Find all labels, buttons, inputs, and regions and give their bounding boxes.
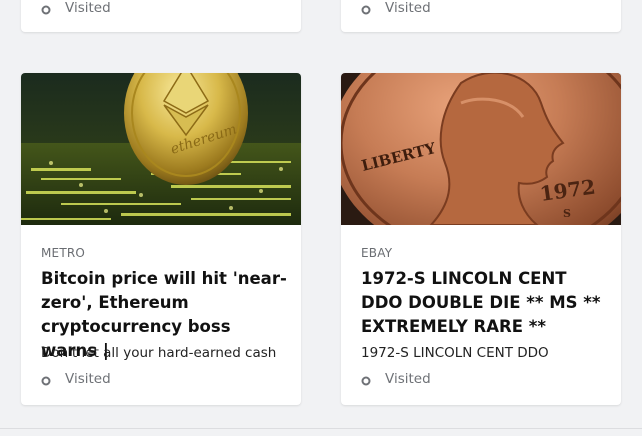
visited-label: Visited bbox=[65, 371, 111, 387]
news-card-bitcoin[interactable]: ethereum METRO Bitcoin price will hit 'n… bbox=[21, 73, 301, 405]
article-source: EBAY bbox=[361, 246, 393, 260]
news-card-lincoln-cent[interactable]: LIBERTY 1972 S EBAY 1972-S LINCOLN CENT … bbox=[341, 73, 621, 405]
visited-indicator: Visited bbox=[361, 371, 431, 387]
lincoln-penny-image: LIBERTY 1972 S bbox=[341, 73, 621, 225]
visited-circle-icon bbox=[361, 374, 371, 386]
article-thumbnail[interactable]: ethereum bbox=[21, 73, 301, 225]
news-card-top-left[interactable]: Visited bbox=[21, 0, 301, 32]
visited-indicator: Visited bbox=[41, 0, 111, 16]
article-description: Don't let all your hard-earned cash bbox=[41, 345, 277, 361]
article-thumbnail[interactable]: LIBERTY 1972 S bbox=[341, 73, 621, 225]
visited-label: Visited bbox=[385, 0, 431, 16]
visited-indicator: Visited bbox=[361, 0, 431, 16]
visited-indicator: Visited bbox=[41, 371, 111, 387]
news-card-top-right[interactable]: Visited bbox=[341, 0, 621, 32]
article-title[interactable]: 1972-S LINCOLN CENT DDO DOUBLE DIE ** MS… bbox=[361, 267, 611, 339]
visited-circle-icon bbox=[41, 374, 51, 386]
article-description: 1972-S LINCOLN CENT DDO bbox=[361, 345, 549, 361]
visited-circle-icon bbox=[41, 3, 51, 15]
ethereum-coin-image: ethereum bbox=[21, 73, 301, 225]
svg-text:S: S bbox=[563, 207, 571, 220]
feed-divider bbox=[0, 428, 642, 429]
article-source: METRO bbox=[41, 246, 86, 260]
visited-circle-icon bbox=[361, 3, 371, 15]
visited-label: Visited bbox=[65, 0, 111, 16]
visited-label: Visited bbox=[385, 371, 431, 387]
